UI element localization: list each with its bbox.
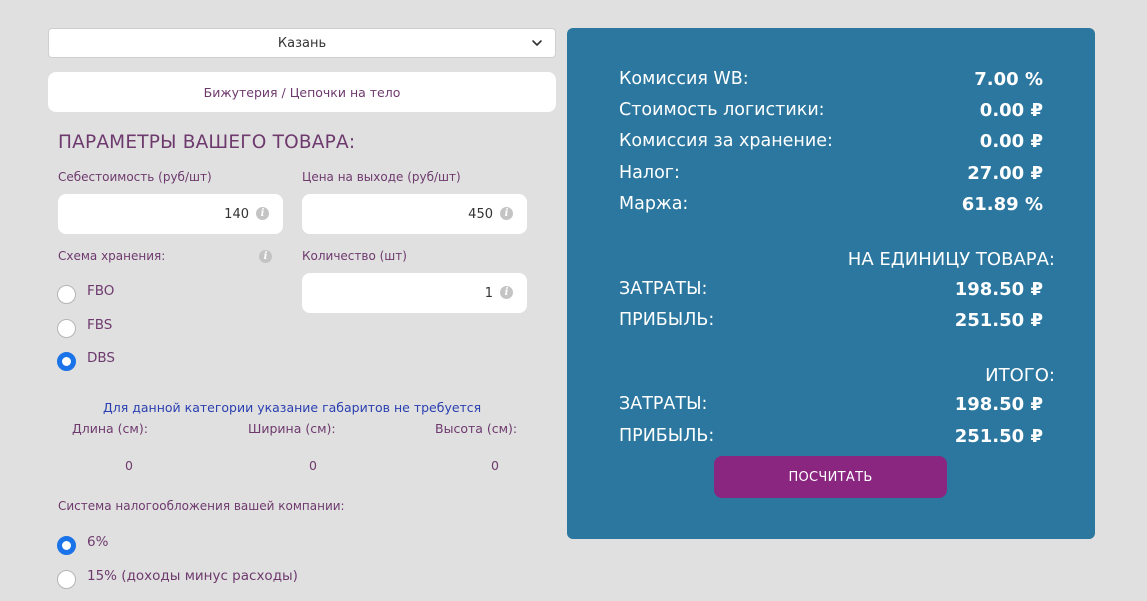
calculate-button-label: ПОСЧИТАТЬ [788,469,873,485]
margin-value: 61.89 % [961,194,1043,215]
total-heading: ИТОГО: [985,365,1055,386]
length-value: 0 [125,458,133,473]
info-icon[interactable]: i [500,286,513,299]
unit-profit-value: 251.50 ₽ [954,310,1043,331]
per-unit-heading: НА ЕДИНИЦУ ТОВАРА: [847,249,1055,270]
tax-result-value: 27.00 ₽ [967,163,1043,184]
quantity-input[interactable]: 1 i [302,273,527,313]
storage-option-label: FBO [87,283,115,299]
quantity-label: Количество (шт) [302,249,407,263]
unit-profit-label: ПРИБЫЛЬ: [619,310,715,330]
chevron-down-icon [532,40,542,46]
total-costs-label: ЗАТРАТЫ: [619,394,708,414]
total-profit-value: 251.50 ₽ [954,426,1043,447]
results-panel: Комиссия WB: 7.00 % Стоимость логистики:… [567,28,1095,539]
price-input[interactable]: 450 i [302,194,527,234]
height-value: 0 [491,458,499,473]
cost-input[interactable]: 140 i [58,194,283,234]
tax-radio-15[interactable] [57,570,76,589]
width-label: Ширина (см): [248,421,336,436]
length-label: Длина (см): [72,421,148,436]
tax-option-label: 15% (доходы минус расходы) [87,568,298,584]
commission-label: Комиссия WB: [619,69,749,89]
commission-value: 7.00 % [974,69,1043,90]
storage-radio-fbs[interactable] [57,319,76,338]
price-label: Цена на выходе (руб/шт) [302,170,461,184]
dimensions-note: Для данной категории указание габаритов … [103,400,482,415]
category-value: Бижутерия / Цепочки на тело [203,84,401,100]
margin-label: Маржа: [619,194,689,214]
logistics-label: Стоимость логистики: [619,100,825,120]
width-value: 0 [309,458,317,473]
unit-costs-label: ЗАТРАТЫ: [619,279,708,299]
tax-radio-6[interactable] [57,536,76,555]
quantity-value: 1 [484,285,493,301]
cost-value: 140 [224,206,249,222]
total-profit-label: ПРИБЫЛЬ: [619,426,715,446]
storage-fee-label: Комиссия за хранение: [619,131,833,151]
city-select[interactable]: Казань [48,28,556,58]
info-icon[interactable]: i [256,207,269,220]
storage-option-label: FBS [87,317,113,333]
info-icon[interactable]: i [500,207,513,220]
storage-label: Схема хранения: [58,249,166,263]
tax-result-label: Налог: [619,163,680,183]
storage-radio-dbs[interactable] [57,352,76,371]
info-icon[interactable]: i [259,250,272,263]
storage-radio-fbo[interactable] [57,285,76,304]
price-value: 450 [468,206,493,222]
unit-costs-value: 198.50 ₽ [954,279,1043,300]
params-title: ПАРАМЕТРЫ ВАШЕГО ТОВАРА: [58,132,356,153]
storage-option-label: DBS [87,350,115,366]
calculate-button[interactable]: ПОСЧИТАТЬ [714,456,947,498]
cost-label: Себестоимость (руб/шт) [58,170,212,184]
total-costs-value: 198.50 ₽ [954,394,1043,415]
height-label: Высота (см): [435,421,518,436]
category-field[interactable]: Бижутерия / Цепочки на тело [48,72,556,112]
tax-label: Система налогообложения вашей компании: [58,499,345,513]
storage-fee-value: 0.00 ₽ [979,131,1043,152]
city-select-value: Казань [277,35,327,51]
tax-option-label: 6% [87,534,109,550]
logistics-value: 0.00 ₽ [979,100,1043,121]
